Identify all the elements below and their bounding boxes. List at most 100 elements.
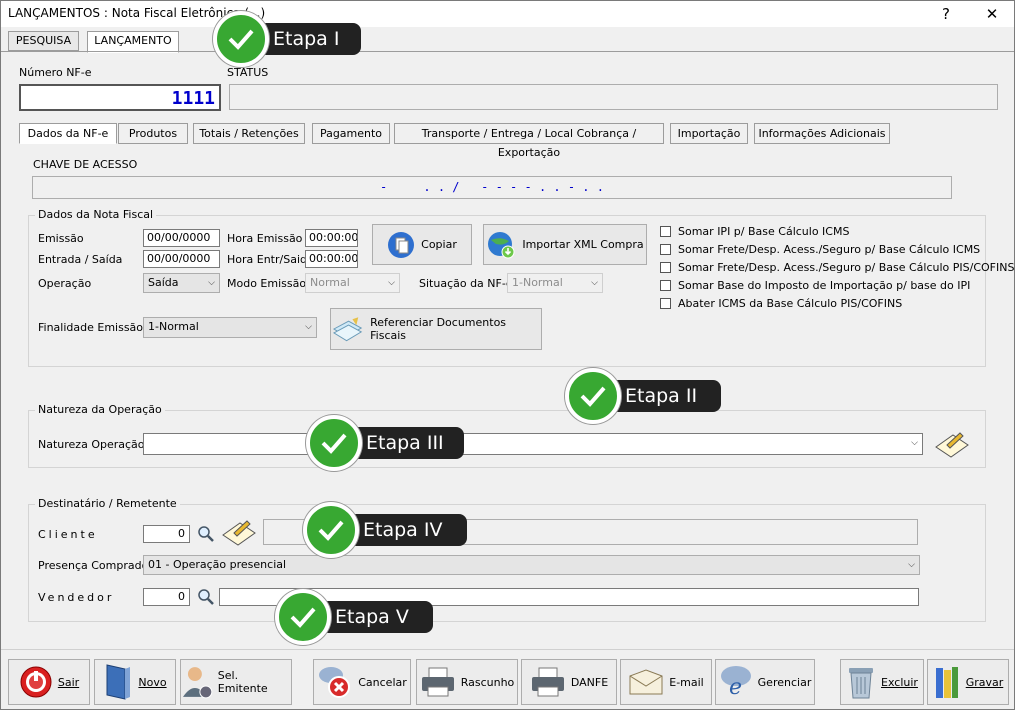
checkbox-base-importacao[interactable] [660, 280, 671, 291]
chevron-down-icon: ⌵ [591, 278, 598, 288]
emissao-label: Emissão [38, 232, 84, 245]
chave-field: - . . / - - - - . . - . . [32, 176, 952, 199]
finalidade-select[interactable]: 1-Normal ⌵ [143, 317, 317, 338]
power-icon [20, 666, 52, 698]
hora-emissao-field[interactable]: 00:00:00 [305, 229, 358, 247]
new-door-icon [106, 664, 131, 700]
checkbox-frete-icms-label: Somar Frete/Desp. Acess./Seguro p/ Base … [678, 243, 981, 256]
vendedor-field[interactable]: 0 [143, 588, 190, 606]
tab-totais[interactable]: Totais / Retenções [193, 123, 305, 144]
situacao-value: 1-Normal [512, 276, 563, 289]
checkbox-somar-ipi[interactable] [660, 226, 671, 237]
etapa-3-label: Etapa III [366, 432, 444, 454]
excluir-label: Excluir [881, 675, 918, 689]
cliente-label: Cliente [38, 528, 98, 541]
tab-produtos[interactable]: Produtos [118, 123, 188, 144]
referenciar-button[interactable]: Referenciar Documentos Fiscais [330, 308, 542, 350]
destinatario-group-title: Destinatário / Remetente [35, 497, 180, 510]
hora-entr-label: Hora Entr/Said [227, 253, 307, 266]
tab-importacao[interactable]: Importação [670, 123, 748, 144]
cancelar-label: Cancelar [358, 675, 407, 689]
email-button[interactable]: E-mail [620, 659, 712, 705]
copy-icon [388, 231, 415, 258]
checkbox-frete-pis[interactable] [660, 262, 671, 273]
gravar-button[interactable]: Gravar [927, 659, 1009, 705]
numero-nfe-field[interactable]: 1111 [19, 84, 221, 111]
sel-emitente-label: Sel. Emitente [217, 669, 268, 695]
tab-divider [1, 51, 1014, 52]
natureza-label: Natureza Operação [38, 438, 145, 451]
tab-pagamento[interactable]: Pagamento [312, 123, 390, 144]
tab-dados-nfe[interactable]: Dados da NF-e [19, 123, 117, 144]
importar-xml-button[interactable]: Importar XML Compra [483, 224, 647, 265]
checkbox-frete-icms[interactable] [660, 244, 671, 255]
chevron-down-icon: ⌵ [388, 278, 395, 288]
tab-pesquisa[interactable]: PESQUISA [8, 31, 79, 51]
danfe-label: DANFE [570, 675, 609, 689]
operacao-value: Saída [148, 276, 179, 289]
tab-lancamento[interactable]: LANÇAMENTO [87, 31, 179, 53]
gerenciar-label: Gerenciar [757, 675, 812, 689]
presenca-select[interactable]: 01 - Operação presencial ⌵ [143, 555, 920, 575]
numero-nfe-label: Número NF-e [19, 66, 92, 79]
globe-download-icon [488, 231, 515, 258]
title-bar: LANÇAMENTOS : Nota Fiscal Eletrônica (..… [1, 1, 1014, 27]
rascunho-button[interactable]: Rascunho [416, 659, 518, 705]
search-icon[interactable] [197, 525, 215, 543]
sair-button[interactable]: Sair [8, 659, 90, 705]
chevron-down-icon: ⌵ [911, 438, 918, 448]
printer-icon [531, 667, 564, 697]
etapa-4-label: Etapa IV [363, 519, 443, 541]
tab-transporte[interactable]: Transporte / Entrega / Local Cobrança / … [394, 123, 664, 159]
operacao-select[interactable]: Saída ⌵ [143, 273, 220, 293]
dados-group-title: Dados da Nota Fiscal [35, 208, 157, 221]
help-button[interactable]: ? [931, 3, 961, 25]
vendedor-label: Vendedor [38, 591, 115, 604]
danfe-button[interactable]: DANFE [521, 659, 617, 705]
check-icon [275, 589, 331, 645]
status-field [229, 84, 998, 110]
tab-informacoes[interactable]: Informações Adicionais [754, 123, 890, 144]
toolbar-divider [1, 649, 1014, 650]
novo-button[interactable]: Novo [94, 659, 176, 705]
close-button[interactable]: ✕ [977, 3, 1007, 25]
chave-label: CHAVE DE ACESSO [33, 158, 138, 171]
hora-entr-field[interactable]: 00:00:00 [305, 250, 358, 268]
check-icon [306, 415, 362, 471]
checkbox-abater-icms[interactable] [660, 298, 671, 309]
check-icon [565, 368, 621, 424]
cancelar-button[interactable]: Cancelar [313, 659, 411, 705]
emissao-field[interactable]: 00/00/0000 [143, 229, 220, 247]
sel-emitente-button[interactable]: Sel. Emitente [180, 659, 292, 705]
rascunho-label: Rascunho [460, 675, 515, 689]
situacao-select: 1-Normal ⌵ [507, 273, 603, 293]
checkbox-somar-ipi-label: Somar IPI p/ Base Cálculo ICMS [678, 225, 850, 238]
manage-nfe-icon: e [720, 666, 751, 700]
etapa-2-label: Etapa II [625, 385, 698, 407]
edit-natureza-icon[interactable] [933, 427, 971, 461]
gerenciar-button[interactable]: e Gerenciar [715, 659, 815, 705]
user-icon [182, 667, 213, 699]
status-label: STATUS [227, 66, 269, 79]
chevron-down-icon: ⌵ [908, 560, 915, 570]
modo-emissao-label: Modo Emissão [227, 277, 307, 290]
documents-icon [332, 317, 363, 342]
referenciar-label: Referenciar Documentos Fiscais [370, 316, 507, 342]
copiar-button[interactable]: Copiar [372, 224, 472, 265]
cliente-field[interactable]: 0 [143, 525, 190, 543]
etapa-1-badge: Etapa I [213, 11, 361, 67]
search-icon[interactable] [197, 588, 215, 606]
hora-emissao-label: Hora Emissão [227, 232, 303, 245]
trash-icon [849, 668, 874, 699]
checkbox-abater-icms-label: Abater ICMS da Base Cálculo PIS/COFINS [678, 297, 903, 310]
situacao-label: Situação da NF-e [419, 277, 513, 290]
natureza-select[interactable]: ⌵ [143, 433, 923, 455]
finalidade-label: Finalidade Emissão [38, 321, 144, 334]
excluir-button[interactable]: Excluir [840, 659, 924, 705]
edit-cliente-icon[interactable] [220, 515, 258, 549]
entrada-field[interactable]: 00/00/0000 [143, 250, 220, 268]
gravar-label: Gravar [965, 675, 1004, 689]
save-books-icon [935, 667, 958, 698]
etapa-1-label: Etapa I [273, 28, 340, 50]
chevron-down-icon: ⌵ [305, 322, 312, 332]
